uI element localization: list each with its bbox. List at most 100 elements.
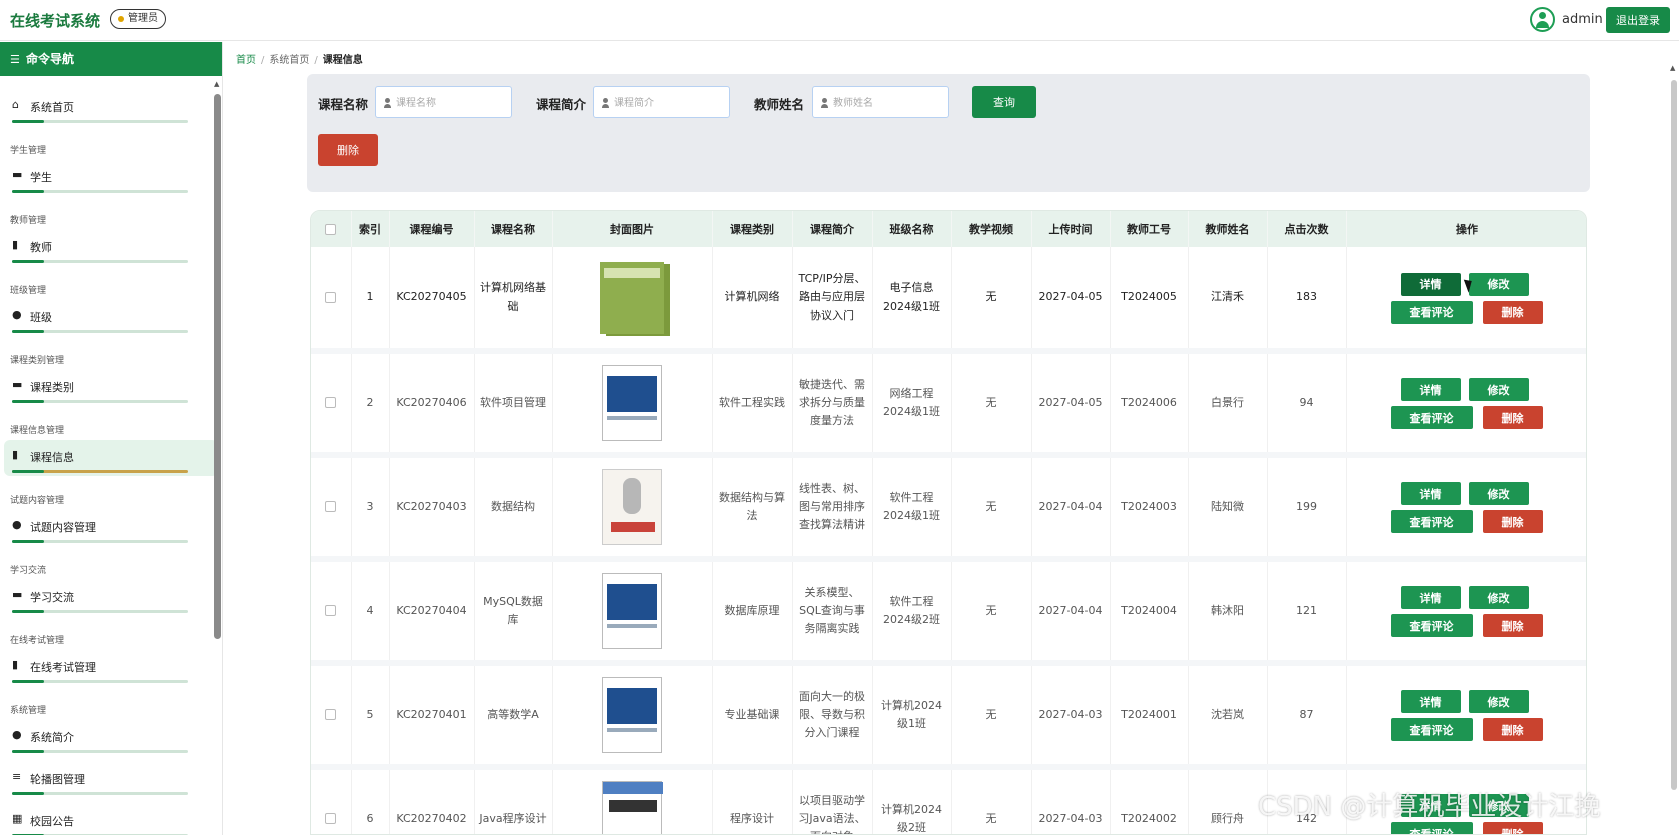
course-intro-input[interactable] xyxy=(614,93,724,113)
teacher-name-field[interactable] xyxy=(812,86,949,118)
sidebar-item[interactable]: ▦ 校园公告 xyxy=(0,804,222,835)
cover-image[interactable] xyxy=(600,261,664,334)
detail-button[interactable]: 详情 xyxy=(1400,586,1461,609)
edit-button[interactable]: 修改 xyxy=(1468,378,1529,401)
sidebar-item-inner[interactable]: ⌂ 系统首页 xyxy=(4,90,218,126)
sidebar-item[interactable]: ▬ 课程类别 xyxy=(0,370,222,410)
row-checkbox[interactable] xyxy=(325,291,337,303)
sidebar-item-inner[interactable]: ▮ 在线考试管理 xyxy=(4,650,218,686)
page-scrollbar[interactable]: ▲ xyxy=(1668,42,1679,835)
sidebar-item-label: 课程类别 xyxy=(30,381,74,394)
sidebar-item-inner[interactable]: ● 班级 xyxy=(4,300,218,336)
teaching-video: 无 xyxy=(951,455,1032,562)
edit-button[interactable]: 修改 xyxy=(1468,272,1529,296)
sidebar-menu: ⌂ 系统首页 学生管理 ▬ 学生 教师管理 ▮ 教师 班级管理 ● 班级 课程类别管理 ▬ 课程类别 课程信… xyxy=(0,90,222,835)
sidebar-group-label: 教师管理 xyxy=(10,216,47,226)
course-name-field[interactable] xyxy=(375,86,512,118)
scroll-up-icon[interactable]: ▲ xyxy=(214,80,219,88)
sidebar-item-underline xyxy=(12,470,188,473)
select-all-checkbox[interactable] xyxy=(325,224,337,235)
cover-image[interactable] xyxy=(602,573,662,649)
delete-button[interactable]: 删除 xyxy=(1482,300,1543,324)
sidebar-item-inner[interactable]: ● 试题内容管理 xyxy=(4,510,218,546)
edit-button[interactable]: 修改 xyxy=(1468,690,1529,713)
sidebar-item-inner[interactable]: ▬ 学生 xyxy=(4,160,218,196)
column-header: 教学视频 xyxy=(951,211,1032,247)
sidebar-item[interactable]: ⌂ 系统首页 xyxy=(0,90,222,130)
view-reviews-button[interactable]: 查看评论 xyxy=(1390,406,1473,429)
edit-button[interactable]: 修改 xyxy=(1468,586,1529,609)
delete-button[interactable]: 删除 xyxy=(1482,822,1543,834)
page-scroll-thumb[interactable] xyxy=(1671,80,1677,790)
sidebar-item[interactable]: ▬ 学习交流 xyxy=(0,580,222,620)
class-name: 软件工程2024级2班 xyxy=(872,559,952,666)
breadcrumb-system-home[interactable]: 系统首页 xyxy=(269,55,309,66)
teaching-video: 无 xyxy=(951,247,1032,354)
course-intro-field[interactable] xyxy=(593,86,730,118)
row-checkbox[interactable] xyxy=(325,813,337,825)
sidebar-item[interactable]: ▮ 在线考试管理 xyxy=(0,650,222,690)
sidebar-item-inner[interactable]: ▮ 课程信息 xyxy=(4,440,218,476)
delete-button[interactable]: 删除 xyxy=(1482,510,1543,533)
sidebar-item[interactable]: ● 班级 xyxy=(0,300,222,340)
sidebar-item-inner[interactable]: ≡ 轮播图管理 xyxy=(4,762,218,798)
cover-image[interactable] xyxy=(602,781,663,834)
delete-button[interactable]: 删除 xyxy=(1482,406,1543,429)
detail-button[interactable]: 详情 xyxy=(1400,378,1461,401)
view-reviews-button[interactable]: 查看评论 xyxy=(1390,718,1473,741)
cover-image[interactable] xyxy=(602,469,662,545)
row-checkbox[interactable] xyxy=(325,709,337,721)
delete-button[interactable]: 删除 xyxy=(1482,614,1543,637)
sidebar-item[interactable]: ● 试题内容管理 xyxy=(0,510,222,550)
teacher-name: 江清禾 xyxy=(1188,247,1268,354)
row-select-cell xyxy=(311,455,352,562)
cover-image[interactable] xyxy=(602,365,662,441)
sidebar-item-inner[interactable]: ▬ 学习交流 xyxy=(4,580,218,616)
row-checkbox[interactable] xyxy=(325,605,337,617)
logout-button[interactable]: 退出登录 xyxy=(1606,7,1670,33)
column-header: 班级名称 xyxy=(872,211,952,247)
teacher-id: T2024002 xyxy=(1110,767,1189,834)
bar-chart-icon: ▮ xyxy=(12,238,19,251)
username[interactable]: admin xyxy=(1562,12,1603,27)
delete-button[interactable]: 删除 xyxy=(1482,718,1543,741)
teacher-id: T2024004 xyxy=(1110,559,1189,666)
scroll-up-icon[interactable]: ▲ xyxy=(1670,64,1675,72)
view-reviews-button[interactable]: 查看评论 xyxy=(1390,510,1473,533)
teacher-name: 沈若岚 xyxy=(1188,663,1268,770)
sidebar-item-inner[interactable]: ▬ 课程类别 xyxy=(4,370,218,406)
sidebar-item[interactable]: ▮ 教师 xyxy=(0,230,222,270)
batch-delete-button[interactable]: 删除 xyxy=(318,134,378,166)
query-button[interactable]: 查询 xyxy=(972,86,1036,118)
sidebar-scrollbar[interactable]: ▲ xyxy=(212,42,222,835)
sidebar-item-inner[interactable]: ▦ 校园公告 xyxy=(4,804,218,835)
view-reviews-button[interactable]: 查看评论 xyxy=(1390,300,1473,324)
row-checkbox[interactable] xyxy=(325,397,337,409)
sidebar-item-underline-fill xyxy=(12,610,44,613)
user-avatar-icon[interactable] xyxy=(1530,7,1555,32)
row-select-cell xyxy=(311,663,352,770)
teacher-name-input[interactable] xyxy=(833,93,943,113)
sidebar-item[interactable]: ▬ 学生 xyxy=(0,160,222,200)
detail-button[interactable]: 详情 xyxy=(1400,272,1461,296)
top-bar: 在线考试系统 管理员 admin 退出登录 xyxy=(0,0,1679,41)
row-select-cell xyxy=(311,247,352,354)
sidebar-item[interactable]: ● 系统简介 xyxy=(0,720,222,760)
breadcrumb-home[interactable]: 首页 xyxy=(236,55,256,66)
cover-image[interactable] xyxy=(602,677,662,753)
sidebar-scroll-thumb[interactable] xyxy=(214,94,221,639)
view-reviews-button[interactable]: 查看评论 xyxy=(1390,822,1473,834)
detail-button[interactable]: 详情 xyxy=(1400,690,1461,713)
sidebar-item[interactable]: ▮ 课程信息 xyxy=(0,440,222,480)
edit-button[interactable]: 修改 xyxy=(1468,482,1529,505)
sidebar-item-label: 轮播图管理 xyxy=(30,773,85,786)
teaching-video: 无 xyxy=(951,351,1032,458)
view-reviews-button[interactable]: 查看评论 xyxy=(1390,614,1473,637)
sidebar-item[interactable]: ≡ 轮播图管理 xyxy=(0,762,222,802)
sidebar-item-inner[interactable]: ● 系统简介 xyxy=(4,720,218,756)
row-checkbox[interactable] xyxy=(325,501,337,513)
select-all-header[interactable] xyxy=(311,211,352,247)
course-name-input[interactable] xyxy=(396,93,506,113)
sidebar-item-inner[interactable]: ▮ 教师 xyxy=(4,230,218,266)
detail-button[interactable]: 详情 xyxy=(1400,482,1461,505)
